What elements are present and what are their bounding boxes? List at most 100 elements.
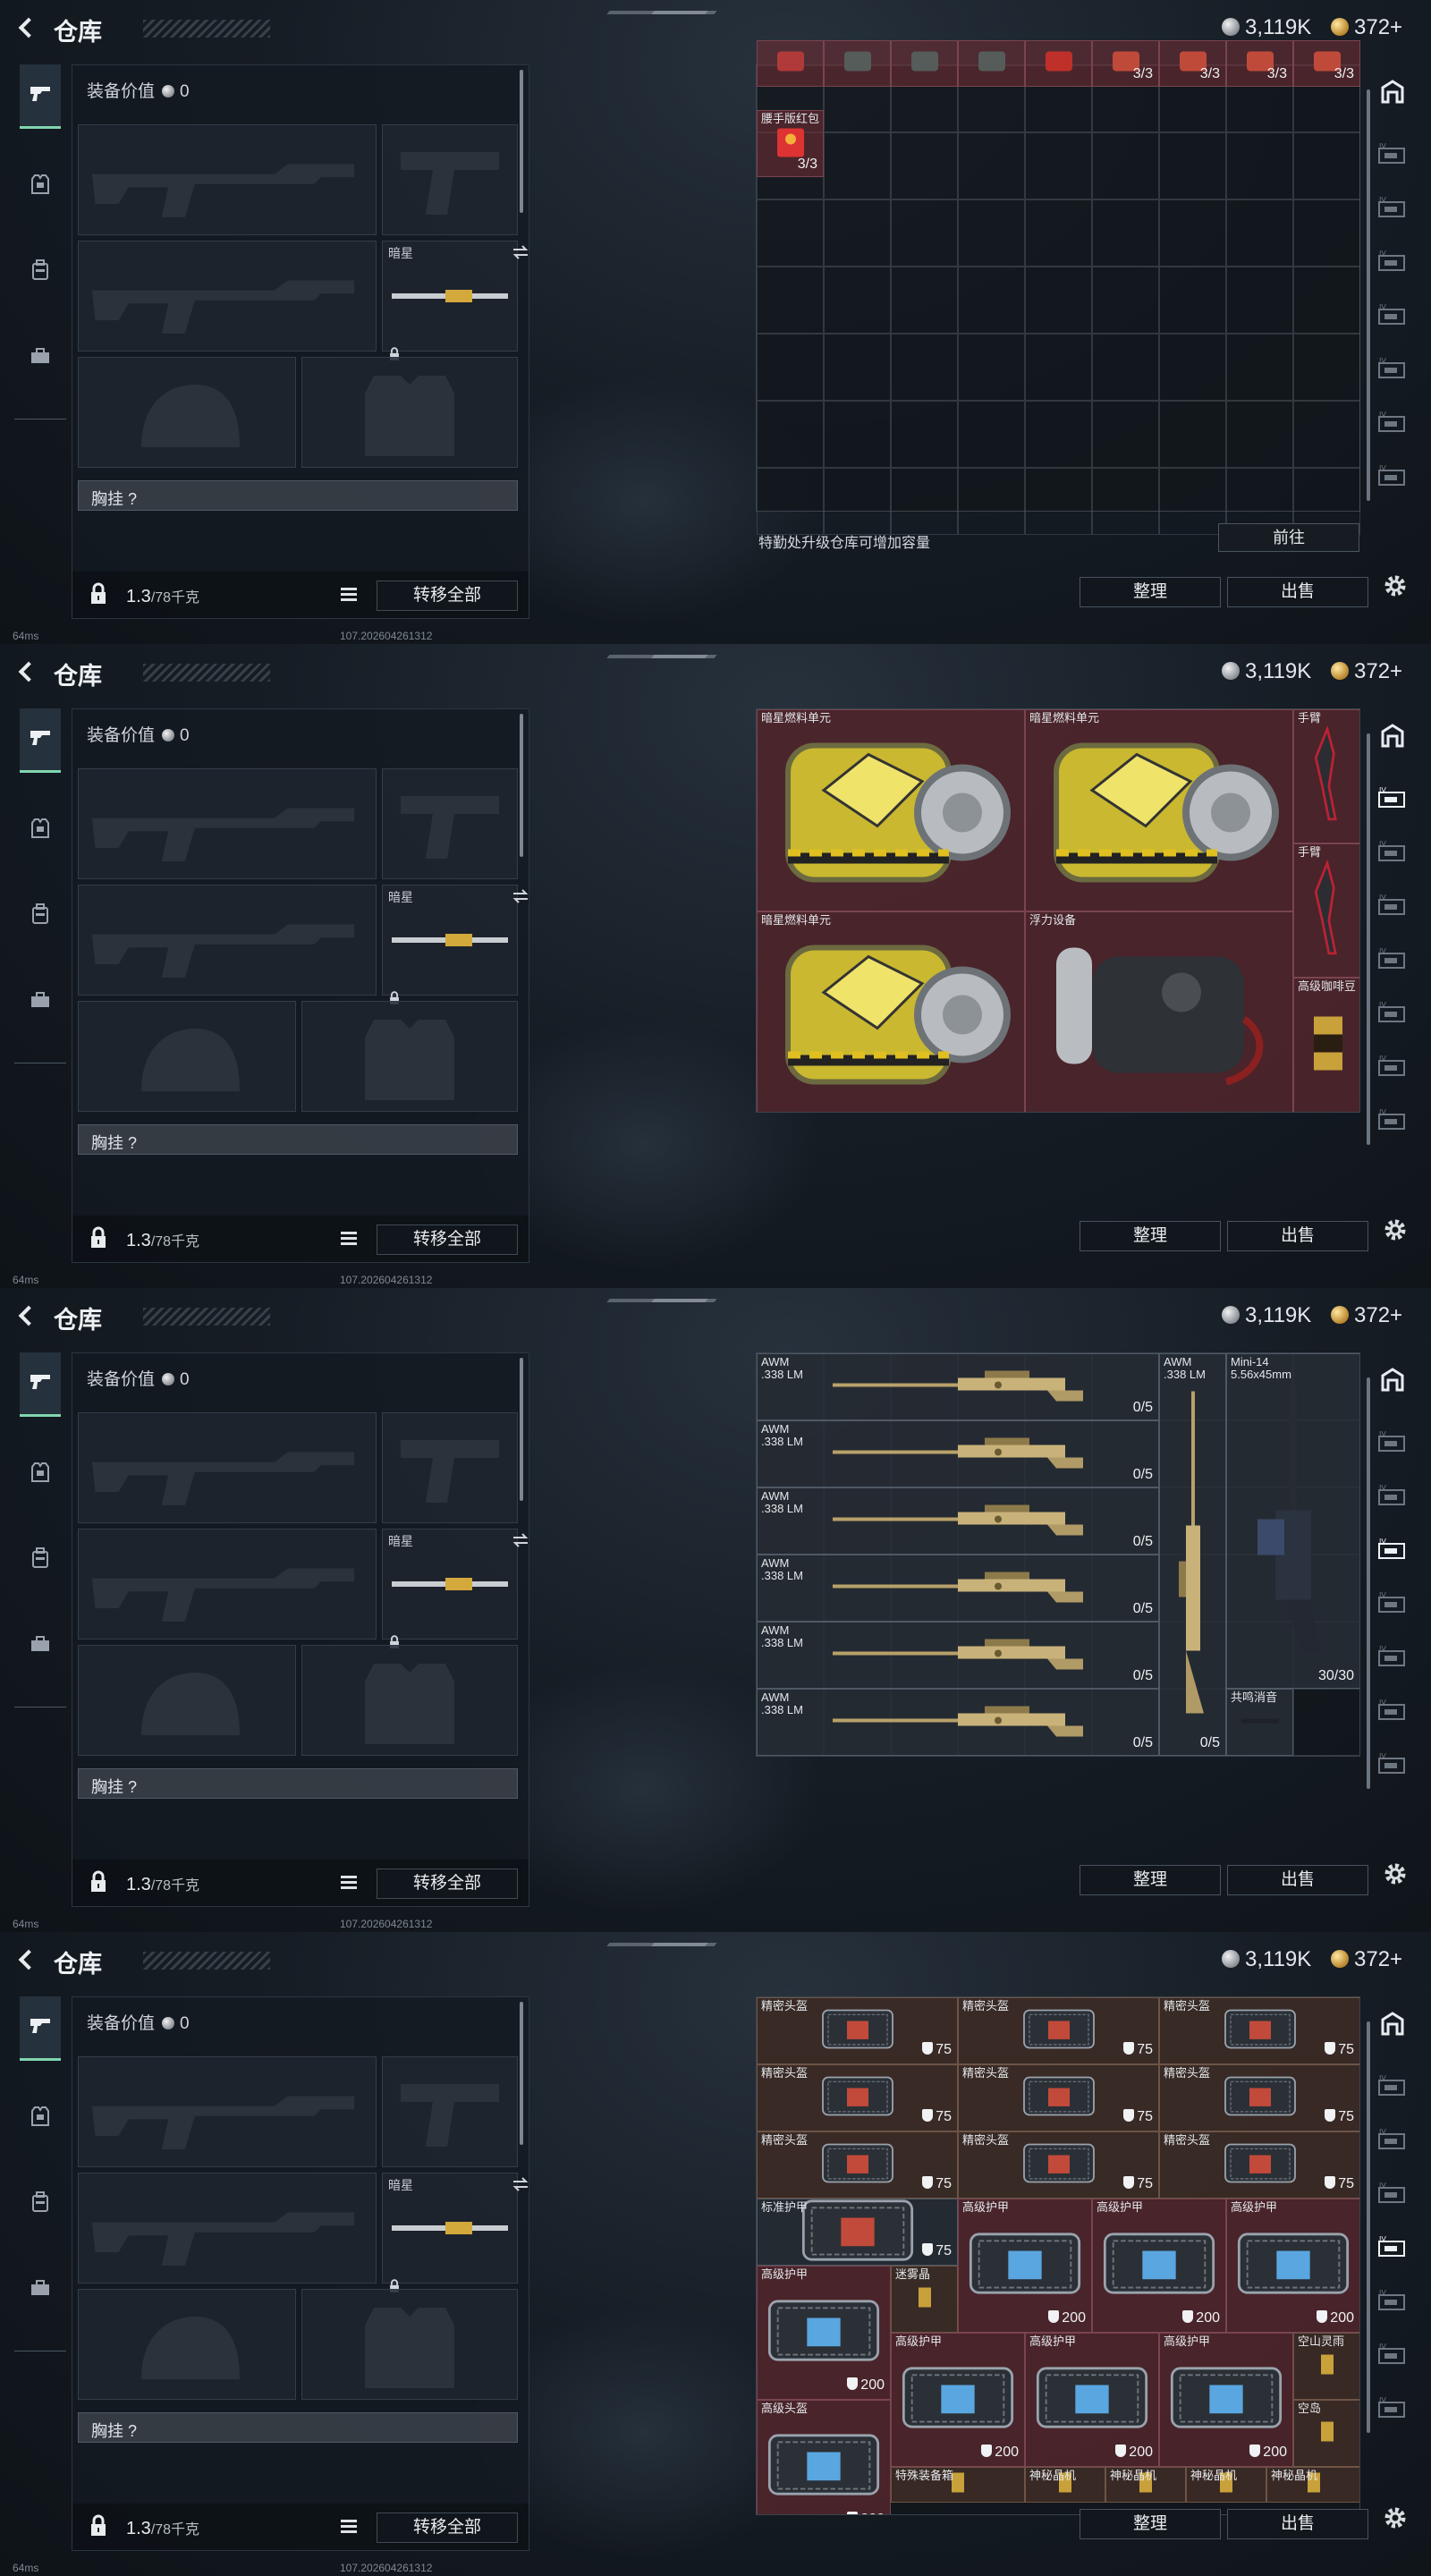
weapon-item[interactable]: AWM .338 LM 0/5 [757, 1555, 1159, 1622]
inventory-item[interactable] [1025, 40, 1092, 87]
transfer-all-button[interactable]: 转移全部 [377, 2512, 518, 2543]
grid-cell[interactable] [1226, 401, 1293, 468]
equipment-scrollbar[interactable] [520, 2002, 523, 2145]
sidebar-tab-pistol[interactable] [20, 64, 61, 129]
helmet-item[interactable]: 精密头盔 75 [958, 1997, 1159, 2064]
inventory-item[interactable]: 高级护甲 200 [1226, 2199, 1359, 2333]
grid-cell[interactable] [1293, 199, 1360, 267]
inventory-item[interactable] [824, 40, 891, 87]
grid-cell[interactable] [757, 267, 824, 334]
sidebar-tab-backpack[interactable] [20, 2172, 61, 2236]
grid-cell[interactable] [757, 401, 824, 468]
melee-slot[interactable]: 暗星 [382, 1529, 529, 1648]
storage-page-tab[interactable]: IV [1376, 193, 1410, 227]
storage-page-tab[interactable]: IV [1376, 2286, 1410, 2320]
chest-rig-slot[interactable]: 胸挂 ? [78, 1124, 518, 1155]
inventory-item[interactable]: 神秘晶机 [1186, 2467, 1266, 2503]
body-armor-slot[interactable] [301, 357, 518, 468]
storage-page-tab[interactable]: IV [1376, 891, 1410, 925]
inventory-item[interactable]: 空山灵雨 [1293, 2333, 1359, 2400]
storage-page-tab[interactable]: IV [1376, 1428, 1410, 1462]
grid-cell[interactable] [1025, 401, 1092, 468]
helmet-slot[interactable] [78, 1645, 296, 1756]
grid-cell[interactable] [1092, 267, 1159, 334]
grid-cell[interactable] [1025, 199, 1092, 267]
storage-page-tab[interactable]: IV [1376, 2179, 1410, 2213]
melee-slot[interactable]: 暗星 [382, 2173, 529, 2292]
gear-icon[interactable] [1382, 2504, 1409, 2531]
sell-button[interactable]: 出售 [1227, 2509, 1368, 2539]
inventory-item[interactable] [958, 40, 1025, 87]
grid-cell[interactable] [757, 334, 824, 401]
storage-page-tab[interactable]: IV [1376, 462, 1410, 496]
inventory-item[interactable]: 高级护甲 200 [1159, 2333, 1293, 2467]
inventory-item[interactable]: 暗星燃料单元 [757, 911, 1025, 1112]
sidebar-tab-armor[interactable] [20, 798, 61, 862]
grid-cell[interactable] [891, 267, 958, 334]
helmet-item[interactable]: 精密头盔 75 [1159, 1997, 1359, 2064]
sell-button[interactable]: 出售 [1227, 1221, 1368, 1251]
secondary-weapon-slot[interactable] [78, 885, 377, 996]
grid-cell[interactable] [1226, 334, 1293, 401]
inventory-item[interactable]: 神秘晶机 [1025, 2467, 1105, 2503]
pistol-slot[interactable] [382, 2056, 518, 2167]
sidebar-tab-briefcase[interactable] [20, 2258, 61, 2322]
storage-page-tab[interactable]: IV [1376, 354, 1410, 388]
inventory-item[interactable]: 暗星燃料单元 [1025, 709, 1293, 911]
grid-cell[interactable] [1159, 199, 1226, 267]
storage-page-tab[interactable]: IV [1376, 2072, 1410, 2106]
sidebar-tab-armor[interactable] [20, 1442, 61, 1506]
transfer-all-button[interactable]: 转移全部 [377, 1868, 518, 1899]
helmet-item[interactable]: 精密头盔 75 [958, 2064, 1159, 2131]
helmet-item[interactable]: 精密头盔 75 [1159, 2064, 1359, 2131]
gear-icon[interactable] [1382, 572, 1409, 599]
sort-button[interactable]: 整理 [1080, 1221, 1221, 1251]
grid-cell[interactable] [891, 334, 958, 401]
sidebar-tab-pistol[interactable] [20, 1352, 61, 1417]
inventory-item[interactable]: 神秘晶机 [1105, 2467, 1186, 2503]
body-armor-slot[interactable] [301, 1645, 518, 1756]
primary-weapon-slot[interactable] [78, 124, 377, 235]
inventory-item[interactable]: 高级咖啡豆 [1293, 978, 1359, 1112]
equipment-scrollbar[interactable] [520, 1358, 523, 1501]
storage-page-tab[interactable]: IV [1376, 1481, 1410, 1515]
grid-cell[interactable] [958, 401, 1025, 468]
storage-page-tab[interactable]: IV [1376, 2394, 1410, 2428]
weapon-item[interactable]: AWM .338 LM 0/5 [757, 1353, 1159, 1420]
inventory-item[interactable]: 神秘晶机 [1266, 2467, 1359, 2503]
inventory-item[interactable]: 空岛 [1293, 2400, 1359, 2467]
sidebar-tab-armor[interactable] [20, 2086, 61, 2150]
body-armor-slot[interactable] [301, 1001, 518, 1112]
helmet-item[interactable]: 精密头盔 75 [757, 2131, 958, 2199]
storage-page-tab[interactable]: IV [1376, 1750, 1410, 1784]
chest-rig-slot[interactable]: 胸挂 ? [78, 1768, 518, 1799]
primary-weapon-slot[interactable] [78, 2056, 377, 2167]
grid-cell[interactable] [1159, 401, 1226, 468]
sell-button[interactable]: 出售 [1227, 1865, 1368, 1895]
storage-page-tab[interactable]: IV [1376, 1535, 1410, 1569]
inventory-item[interactable]: 3/3 [1293, 40, 1360, 87]
primary-weapon-slot[interactable] [78, 1412, 377, 1523]
storage-home-tab[interactable] [1376, 77, 1410, 111]
weapon-item[interactable]: AWM .338 LM 0/5 [757, 1689, 1159, 1756]
storage-page-tab[interactable]: IV [1376, 837, 1410, 871]
grid-cell[interactable] [958, 267, 1025, 334]
storage-home-tab[interactable] [1376, 721, 1410, 755]
inventory-item[interactable] [757, 40, 824, 87]
list-icon[interactable] [341, 1232, 357, 1246]
storage-page-tab[interactable]: IV [1376, 1106, 1410, 1140]
sidebar-tab-pistol[interactable] [20, 708, 61, 773]
gold-balance[interactable]: 372+ [1354, 15, 1402, 40]
grid-cell[interactable] [1226, 132, 1293, 199]
goto-button[interactable]: 前往 [1218, 523, 1359, 552]
grid-cell[interactable] [1092, 132, 1159, 199]
storage-home-tab[interactable] [1376, 2009, 1410, 2043]
helmet-slot[interactable] [78, 2289, 296, 2400]
back-arrow-icon[interactable] [16, 1304, 36, 1327]
inventory-item[interactable]: 特殊装备箱 [891, 2467, 1025, 2503]
sort-button[interactable]: 整理 [1080, 2509, 1221, 2539]
grid-cell[interactable] [824, 132, 891, 199]
grid-cell[interactable] [1092, 334, 1159, 401]
equipment-scrollbar[interactable] [520, 714, 523, 857]
list-icon[interactable] [341, 1876, 357, 1890]
